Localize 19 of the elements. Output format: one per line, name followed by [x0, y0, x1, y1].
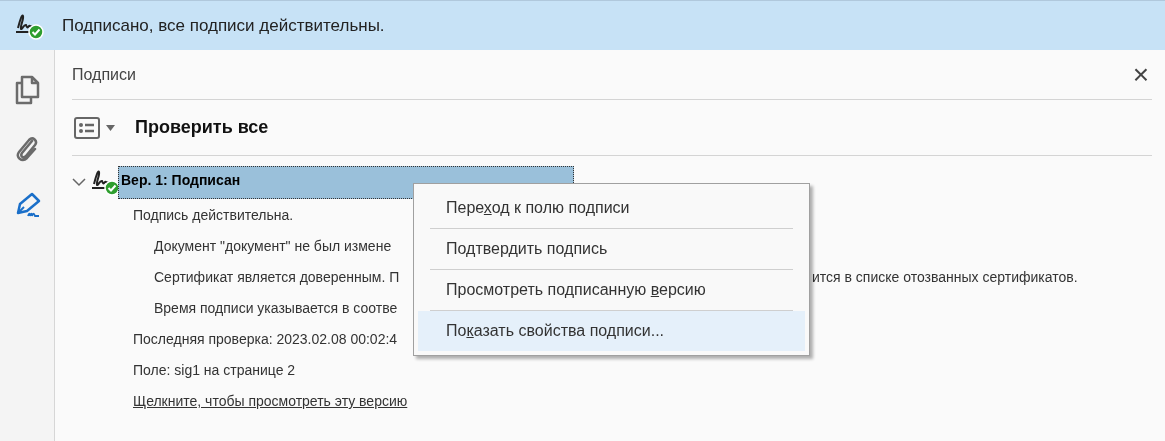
banner-message: Подписано, все подписи действительны. [62, 14, 385, 37]
caret-icon[interactable] [106, 124, 115, 131]
signature-detail-text: Поле: sig1 на странице 2 [133, 361, 296, 380]
signature-detail-text: ится в списке отозванных сертификатов. [812, 268, 1078, 287]
chevron-icon[interactable] [72, 177, 86, 187]
list-options-icon[interactable] [74, 116, 100, 139]
menu-item[interactable]: Просмотреть подписанную версию [418, 270, 805, 310]
menu-item[interactable]: Подтвердить подпись [418, 229, 805, 269]
signature-detail-text: Время подписи указывается в соотве [154, 299, 398, 318]
pages-icon[interactable] [14, 75, 40, 105]
signature-detail-text: Последняя проверка: 2023.02.08 00:02:4 [133, 330, 398, 349]
menu-item[interactable]: Показать свойства подписи... [418, 311, 805, 351]
panel-title: Подписи [72, 64, 136, 85]
signature-detail-text: Подпись действительна. [133, 206, 294, 225]
view-version-link[interactable]: Щелкните, чтобы просмотреть эту версию [133, 391, 408, 412]
close-button[interactable]: × [1132, 60, 1152, 89]
signature-detail-text: Сертификат является доверенным. П [154, 268, 401, 287]
validate-all-button[interactable]: Проверить все [135, 114, 269, 141]
signature-detail-text: Документ "документ" не был измене [154, 237, 392, 256]
